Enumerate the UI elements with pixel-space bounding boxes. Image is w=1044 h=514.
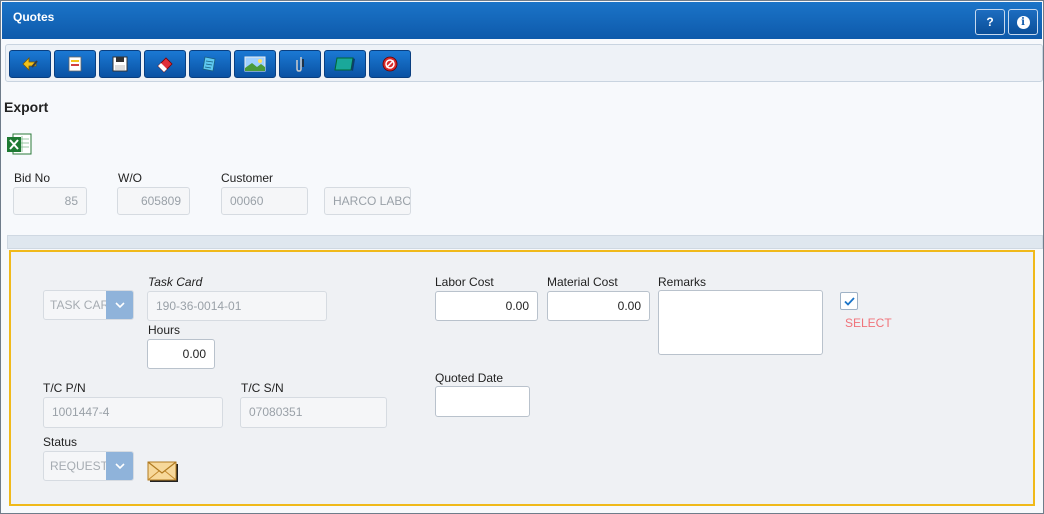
chevron-down-icon [106,291,133,319]
refresh-icon [22,57,38,71]
material-cost-input[interactable]: 0.00 [547,291,650,321]
checkmark-icon [843,296,855,306]
select-label: SELECT [845,316,892,330]
bid-no-label: Bid No [14,171,51,185]
notes-button[interactable] [189,50,231,78]
type-select[interactable]: TASK CARD [43,290,134,320]
chevron-down-icon [106,452,133,480]
new-document-icon [68,56,82,72]
customer-code-field: 00060 [221,187,308,215]
export-title: Export [4,99,49,115]
wo-field: 605809 [117,187,190,215]
tc-pn-field: 1001447-4 [43,397,223,428]
envelope-icon [147,461,178,482]
labor-cost-label: Labor Cost [435,275,494,289]
select-checkbox[interactable] [840,292,858,310]
material-cost-label: Material Cost [547,275,618,289]
image-button[interactable] [234,50,276,78]
eraser-button[interactable] [144,50,186,78]
notes-icon [202,56,216,72]
info-button[interactable]: i [1008,9,1038,35]
task-card-field: 190-36-0014-01 [147,291,327,321]
help-icon: ? [986,15,994,29]
hours-label: Hours [148,323,181,337]
status-label: Status [43,435,78,449]
image-icon [244,56,266,72]
excel-icon [7,133,32,155]
email-button[interactable] [147,460,181,487]
toolbar [5,44,1043,82]
quoted-date-label: Quoted Date [435,371,504,385]
screen-button[interactable] [324,50,366,78]
hours-input[interactable]: 0.00 [147,339,215,369]
export-excel-button[interactable] [5,131,33,160]
window-title: Quotes [13,10,55,24]
screen-icon [334,57,355,71]
wo-label: W/O [118,171,142,185]
labor-cost-input[interactable]: 0.00 [435,291,538,321]
help-button[interactable]: ? [975,9,1005,35]
save-button[interactable] [99,50,141,78]
quotes-window: Quotes ? i Export Bid No 85 W/O 605809 C… [0,0,1044,514]
refresh-button[interactable] [9,50,51,78]
eraser-icon [157,57,173,73]
customer-name-field: HARCO LABOR [324,187,411,215]
customer-label: Customer [221,171,274,185]
new-document-button[interactable] [54,50,96,78]
task-card-label: Task Card [148,275,203,289]
info-icon: i [1016,15,1030,29]
title-bar: Quotes ? i [2,2,1042,39]
bid-no-field: 85 [13,187,87,215]
remarks-label: Remarks [658,275,707,289]
quoted-date-input[interactable] [435,386,530,417]
tc-sn-field: 07080351 [240,397,387,428]
save-icon [112,56,128,72]
remarks-textarea[interactable] [658,290,823,355]
tc-sn-label: T/C S/N [241,381,284,395]
attachment-button[interactable] [279,50,321,78]
section-divider [7,235,1043,249]
status-select[interactable]: REQUESTED [43,451,134,481]
cancel-button[interactable] [369,50,411,78]
attachment-icon [296,57,304,72]
cancel-icon [382,56,398,72]
tc-pn-label: T/C P/N [43,381,86,395]
